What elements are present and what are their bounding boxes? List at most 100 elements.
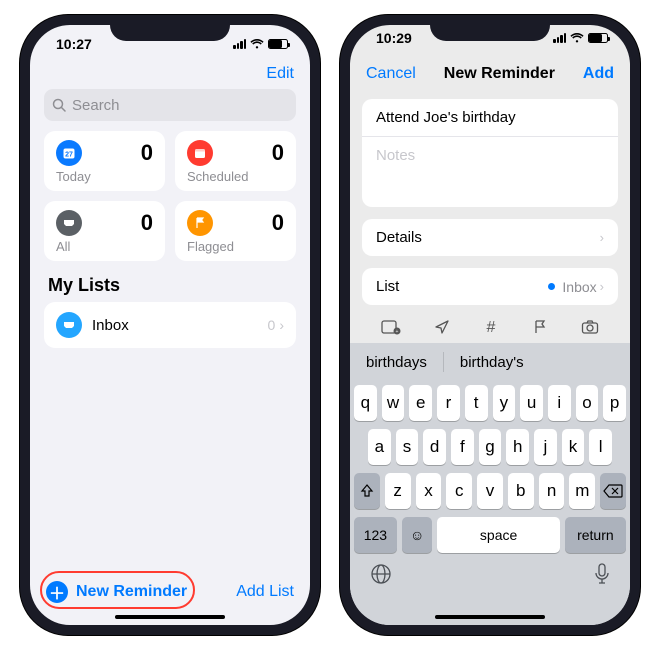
notes-input[interactable]: Notes	[362, 137, 618, 207]
key-s[interactable]: s	[396, 429, 419, 465]
chevron-right-icon: ›	[279, 317, 284, 333]
suggestion[interactable]: birthdays	[350, 354, 443, 371]
accessory-bar: + #	[350, 311, 630, 343]
key-row-1: qwertyuiop	[350, 381, 630, 425]
title-input[interactable]: Attend Joe's birthday	[362, 99, 618, 137]
key-w[interactable]: w	[382, 385, 405, 421]
list-label: List	[376, 278, 399, 295]
search-input[interactable]: Search	[44, 89, 296, 121]
camera-icon[interactable]	[581, 319, 599, 335]
key-j[interactable]: j	[534, 429, 557, 465]
key-f[interactable]: f	[451, 429, 474, 465]
key-m[interactable]: m	[569, 473, 595, 509]
svg-text:#: #	[487, 319, 496, 335]
location-icon[interactable]	[434, 319, 450, 335]
globe-key[interactable]	[370, 563, 392, 585]
delete-key[interactable]	[600, 473, 626, 509]
wifi-icon	[250, 39, 264, 49]
new-reminder-label: New Reminder	[76, 583, 187, 601]
list-count: 0	[268, 317, 276, 333]
key-t[interactable]: t	[465, 385, 488, 421]
status-indicators	[553, 33, 608, 43]
wifi-icon	[570, 33, 584, 43]
space-key[interactable]: space	[437, 517, 559, 553]
status-time: 10:27	[56, 36, 92, 52]
home-indicator[interactable]	[115, 615, 225, 619]
notch	[430, 15, 550, 41]
suggestion[interactable]: birthday's	[444, 354, 540, 371]
flag-icon[interactable]	[532, 319, 548, 335]
card-label: Today	[56, 169, 153, 184]
details-row[interactable]: Details ›	[362, 219, 618, 256]
battery-icon	[268, 39, 288, 49]
key-r[interactable]: r	[437, 385, 460, 421]
card-count: 0	[272, 210, 284, 236]
card-count: 0	[141, 210, 153, 236]
phone-new-reminder: 10:29 Cancel New Reminder Add Attend Joe…	[340, 15, 640, 635]
key-l[interactable]: l	[589, 429, 612, 465]
key-x[interactable]: x	[416, 473, 442, 509]
key-z[interactable]: z	[385, 473, 411, 509]
cancel-button[interactable]: Cancel	[366, 65, 416, 83]
phone-reminders-home: 10:27 Edit Search 27 0 Today	[20, 15, 320, 635]
sheet-title: New Reminder	[444, 65, 555, 83]
key-k[interactable]: k	[562, 429, 585, 465]
key-a[interactable]: a	[368, 429, 391, 465]
status-indicators	[233, 39, 288, 49]
key-row-2: asdfghjkl	[350, 425, 630, 469]
return-key[interactable]: return	[565, 517, 626, 553]
plus-icon: ＋	[46, 581, 68, 603]
schedule-icon[interactable]: +	[381, 319, 401, 335]
emoji-key[interactable]: ☺	[402, 517, 433, 553]
key-o[interactable]: o	[576, 385, 599, 421]
numbers-key[interactable]: 123	[354, 517, 397, 553]
svg-text:27: 27	[65, 152, 73, 159]
key-n[interactable]: n	[539, 473, 565, 509]
key-row-3: zxcvbnm	[350, 469, 630, 513]
details-label: Details	[376, 229, 422, 246]
key-q[interactable]: q	[354, 385, 377, 421]
card-label: Flagged	[187, 239, 284, 254]
key-e[interactable]: e	[409, 385, 432, 421]
key-d[interactable]: d	[423, 429, 446, 465]
notch	[110, 15, 230, 41]
tag-icon[interactable]: #	[483, 319, 499, 335]
new-reminder-button[interactable]: ＋ New Reminder	[46, 581, 187, 603]
suggestion-bar: birthdays birthday's	[350, 343, 630, 381]
add-list-button[interactable]: Add List	[236, 583, 294, 601]
card-label: Scheduled	[187, 169, 284, 184]
add-button[interactable]: Add	[583, 65, 614, 83]
card-count: 0	[272, 140, 284, 166]
key-row-4: 123 ☺ space return	[350, 513, 630, 557]
shift-key[interactable]	[354, 473, 380, 509]
dictation-key[interactable]	[594, 563, 610, 585]
key-y[interactable]: y	[493, 385, 516, 421]
key-u[interactable]: u	[520, 385, 543, 421]
home-indicator[interactable]	[435, 615, 545, 619]
status-time: 10:29	[376, 30, 412, 46]
list-color-dot	[548, 283, 555, 290]
key-c[interactable]: c	[446, 473, 472, 509]
key-p[interactable]: p	[603, 385, 626, 421]
key-h[interactable]: h	[506, 429, 529, 465]
key-g[interactable]: g	[479, 429, 502, 465]
search-placeholder: Search	[72, 97, 120, 114]
list-value: Inbox	[562, 279, 596, 295]
list-row[interactable]: List Inbox ›	[362, 268, 618, 305]
card-scheduled[interactable]: 0 Scheduled	[175, 131, 296, 191]
calendar-icon	[187, 140, 213, 166]
key-b[interactable]: b	[508, 473, 534, 509]
list-name: Inbox	[92, 317, 258, 334]
calendar-today-icon: 27	[56, 140, 82, 166]
flag-icon	[187, 210, 213, 236]
list-inbox[interactable]: Inbox 0›	[44, 302, 296, 348]
edit-button[interactable]: Edit	[266, 65, 294, 83]
card-flagged[interactable]: 0 Flagged	[175, 201, 296, 261]
key-v[interactable]: v	[477, 473, 503, 509]
key-i[interactable]: i	[548, 385, 571, 421]
mylists-header: My Lists	[30, 261, 310, 302]
card-today[interactable]: 27 0 Today	[44, 131, 165, 191]
card-all[interactable]: 0 All	[44, 201, 165, 261]
inbox-icon	[56, 312, 82, 338]
tray-icon	[56, 210, 82, 236]
